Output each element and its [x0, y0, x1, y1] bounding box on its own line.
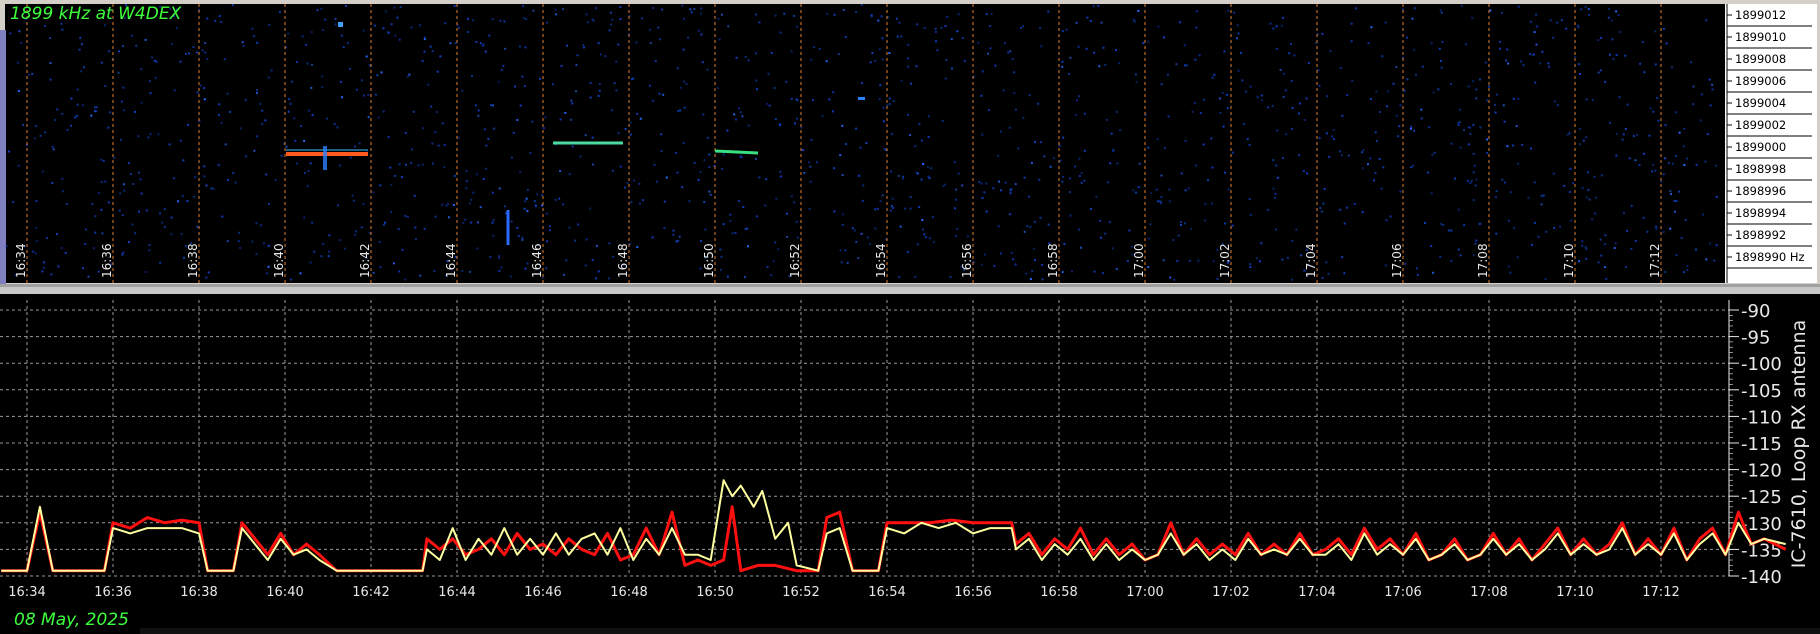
frequency-label: 1899002 — [1735, 118, 1786, 132]
y-tick-label: -125 — [1741, 487, 1782, 508]
x-tick-label: 17:10 — [1556, 585, 1593, 600]
x-tick-label: 17:12 — [1642, 585, 1679, 600]
waterfall-panel: 16:34 16:36 16:38 16:40 16:42 16:44 16:46 16:48… — [0, 0, 1820, 287]
taskbar-strip — [140, 628, 1820, 634]
x-tick-label: 16:36 — [94, 585, 131, 600]
waterfall-time-label: 16:56 — [960, 243, 974, 278]
frequency-label: 1899006 — [1735, 74, 1786, 88]
waterfall-time-label: 16:46 — [530, 243, 544, 278]
waterfall-trace-2 — [714, 149, 759, 155]
waterfall-time-label: 16:34 — [14, 243, 28, 278]
y-tick-label: -95 — [1741, 328, 1770, 349]
x-tick-label: 16:56 — [954, 585, 991, 600]
x-tick-label: 17:04 — [1298, 585, 1335, 600]
x-tick-label: 16:50 — [696, 585, 733, 600]
frequency-label: 1899000 — [1735, 140, 1786, 154]
graph-background — [0, 294, 1820, 634]
x-tick-label: 17:00 — [1126, 585, 1163, 600]
x-tick-label: 16:52 — [782, 585, 819, 600]
x-tick-label: 16:40 — [266, 585, 303, 600]
x-tick-label: 16:38 — [180, 585, 217, 600]
waterfall-bottom-border — [0, 284, 1820, 287]
frequency-label: 1899012 — [1735, 8, 1786, 22]
x-tick-label: 16:48 — [610, 585, 647, 600]
y-tick-label: -105 — [1741, 381, 1782, 402]
waterfall-time-label: 16:54 — [874, 243, 888, 278]
y-tick-label: -115 — [1741, 434, 1782, 455]
waterfall-time-label: 16:50 — [702, 243, 716, 278]
y-tick-label: -140 — [1741, 567, 1782, 588]
x-tick-label: 16:46 — [524, 585, 561, 600]
waterfall-canvas — [5, 4, 1725, 283]
waterfall-speck — [858, 97, 865, 100]
x-tick-label: 17:08 — [1470, 585, 1507, 600]
x-tick-label: 16:44 — [438, 585, 475, 600]
y-tick-label: -120 — [1741, 461, 1782, 482]
frequency-label: 1898994 — [1735, 206, 1786, 220]
x-tick-label: 16:34 — [8, 585, 45, 600]
frequency-label: 1899008 — [1735, 52, 1786, 66]
waterfall-time-label: 16:44 — [444, 243, 458, 278]
waterfall-time-label: 17:12 — [1648, 243, 1662, 278]
x-tick-label: 17:02 — [1212, 585, 1249, 600]
waterfall-carrier-spike — [323, 146, 327, 170]
y-tick-label: -110 — [1741, 407, 1782, 428]
waterfall-time-label: 17:06 — [1390, 243, 1404, 278]
waterfall-time-label: 16:36 — [100, 243, 114, 278]
y-tick-label: -90 — [1741, 301, 1770, 322]
frequency-label: 1899010 — [1735, 30, 1786, 44]
x-tick-label: 16:58 — [1040, 585, 1077, 600]
waterfall-display: 16:34 16:36 16:38 16:40 16:42 16:44 16:46 16:48… — [0, 0, 1820, 287]
waterfall-time-label: 17:04 — [1304, 243, 1318, 278]
waterfall-title: 1899 kHz at W4DEX — [10, 4, 182, 24]
waterfall-time-label: 16:38 — [186, 243, 200, 278]
y-tick-label: -100 — [1741, 354, 1782, 375]
waterfall-left-bar — [0, 30, 6, 285]
waterfall-time-label: 17:02 — [1218, 243, 1232, 278]
frequency-label: 1898990 Hz — [1735, 250, 1805, 264]
signal-graph: -90-95-100-105-110-115-120-125-130-135-1… — [0, 294, 1820, 634]
waterfall-time-label: 16:40 — [272, 243, 286, 278]
waterfall-time-label: 16:52 — [788, 243, 802, 278]
waterfall-time-label: 16:42 — [358, 243, 372, 278]
x-tick-label: 16:54 — [868, 585, 905, 600]
antenna-label: IC-7610, Loop RX antenna — [1788, 319, 1810, 569]
frequency-label: 1899004 — [1735, 96, 1786, 110]
waterfall-time-label: 17:10 — [1562, 243, 1576, 278]
x-tick-label: 16:42 — [352, 585, 389, 600]
signal-graph-panel: -90 -95 -100 -105 -110 -115 -120 -125 -130 -135 -1… — [0, 294, 1820, 634]
x-tick-label: 17:06 — [1384, 585, 1421, 600]
waterfall-time-label: 17:00 — [1132, 243, 1146, 278]
waterfall-time-label: 16:48 — [616, 243, 630, 278]
waterfall-time-label: 17:08 — [1476, 243, 1490, 278]
frequency-label: 1898998 — [1735, 162, 1786, 176]
waterfall-speck — [338, 22, 343, 27]
frequency-label: 1898996 — [1735, 184, 1786, 198]
waterfall-time-label: 16:58 — [1046, 243, 1060, 278]
frequency-label: 1898992 — [1735, 228, 1786, 242]
